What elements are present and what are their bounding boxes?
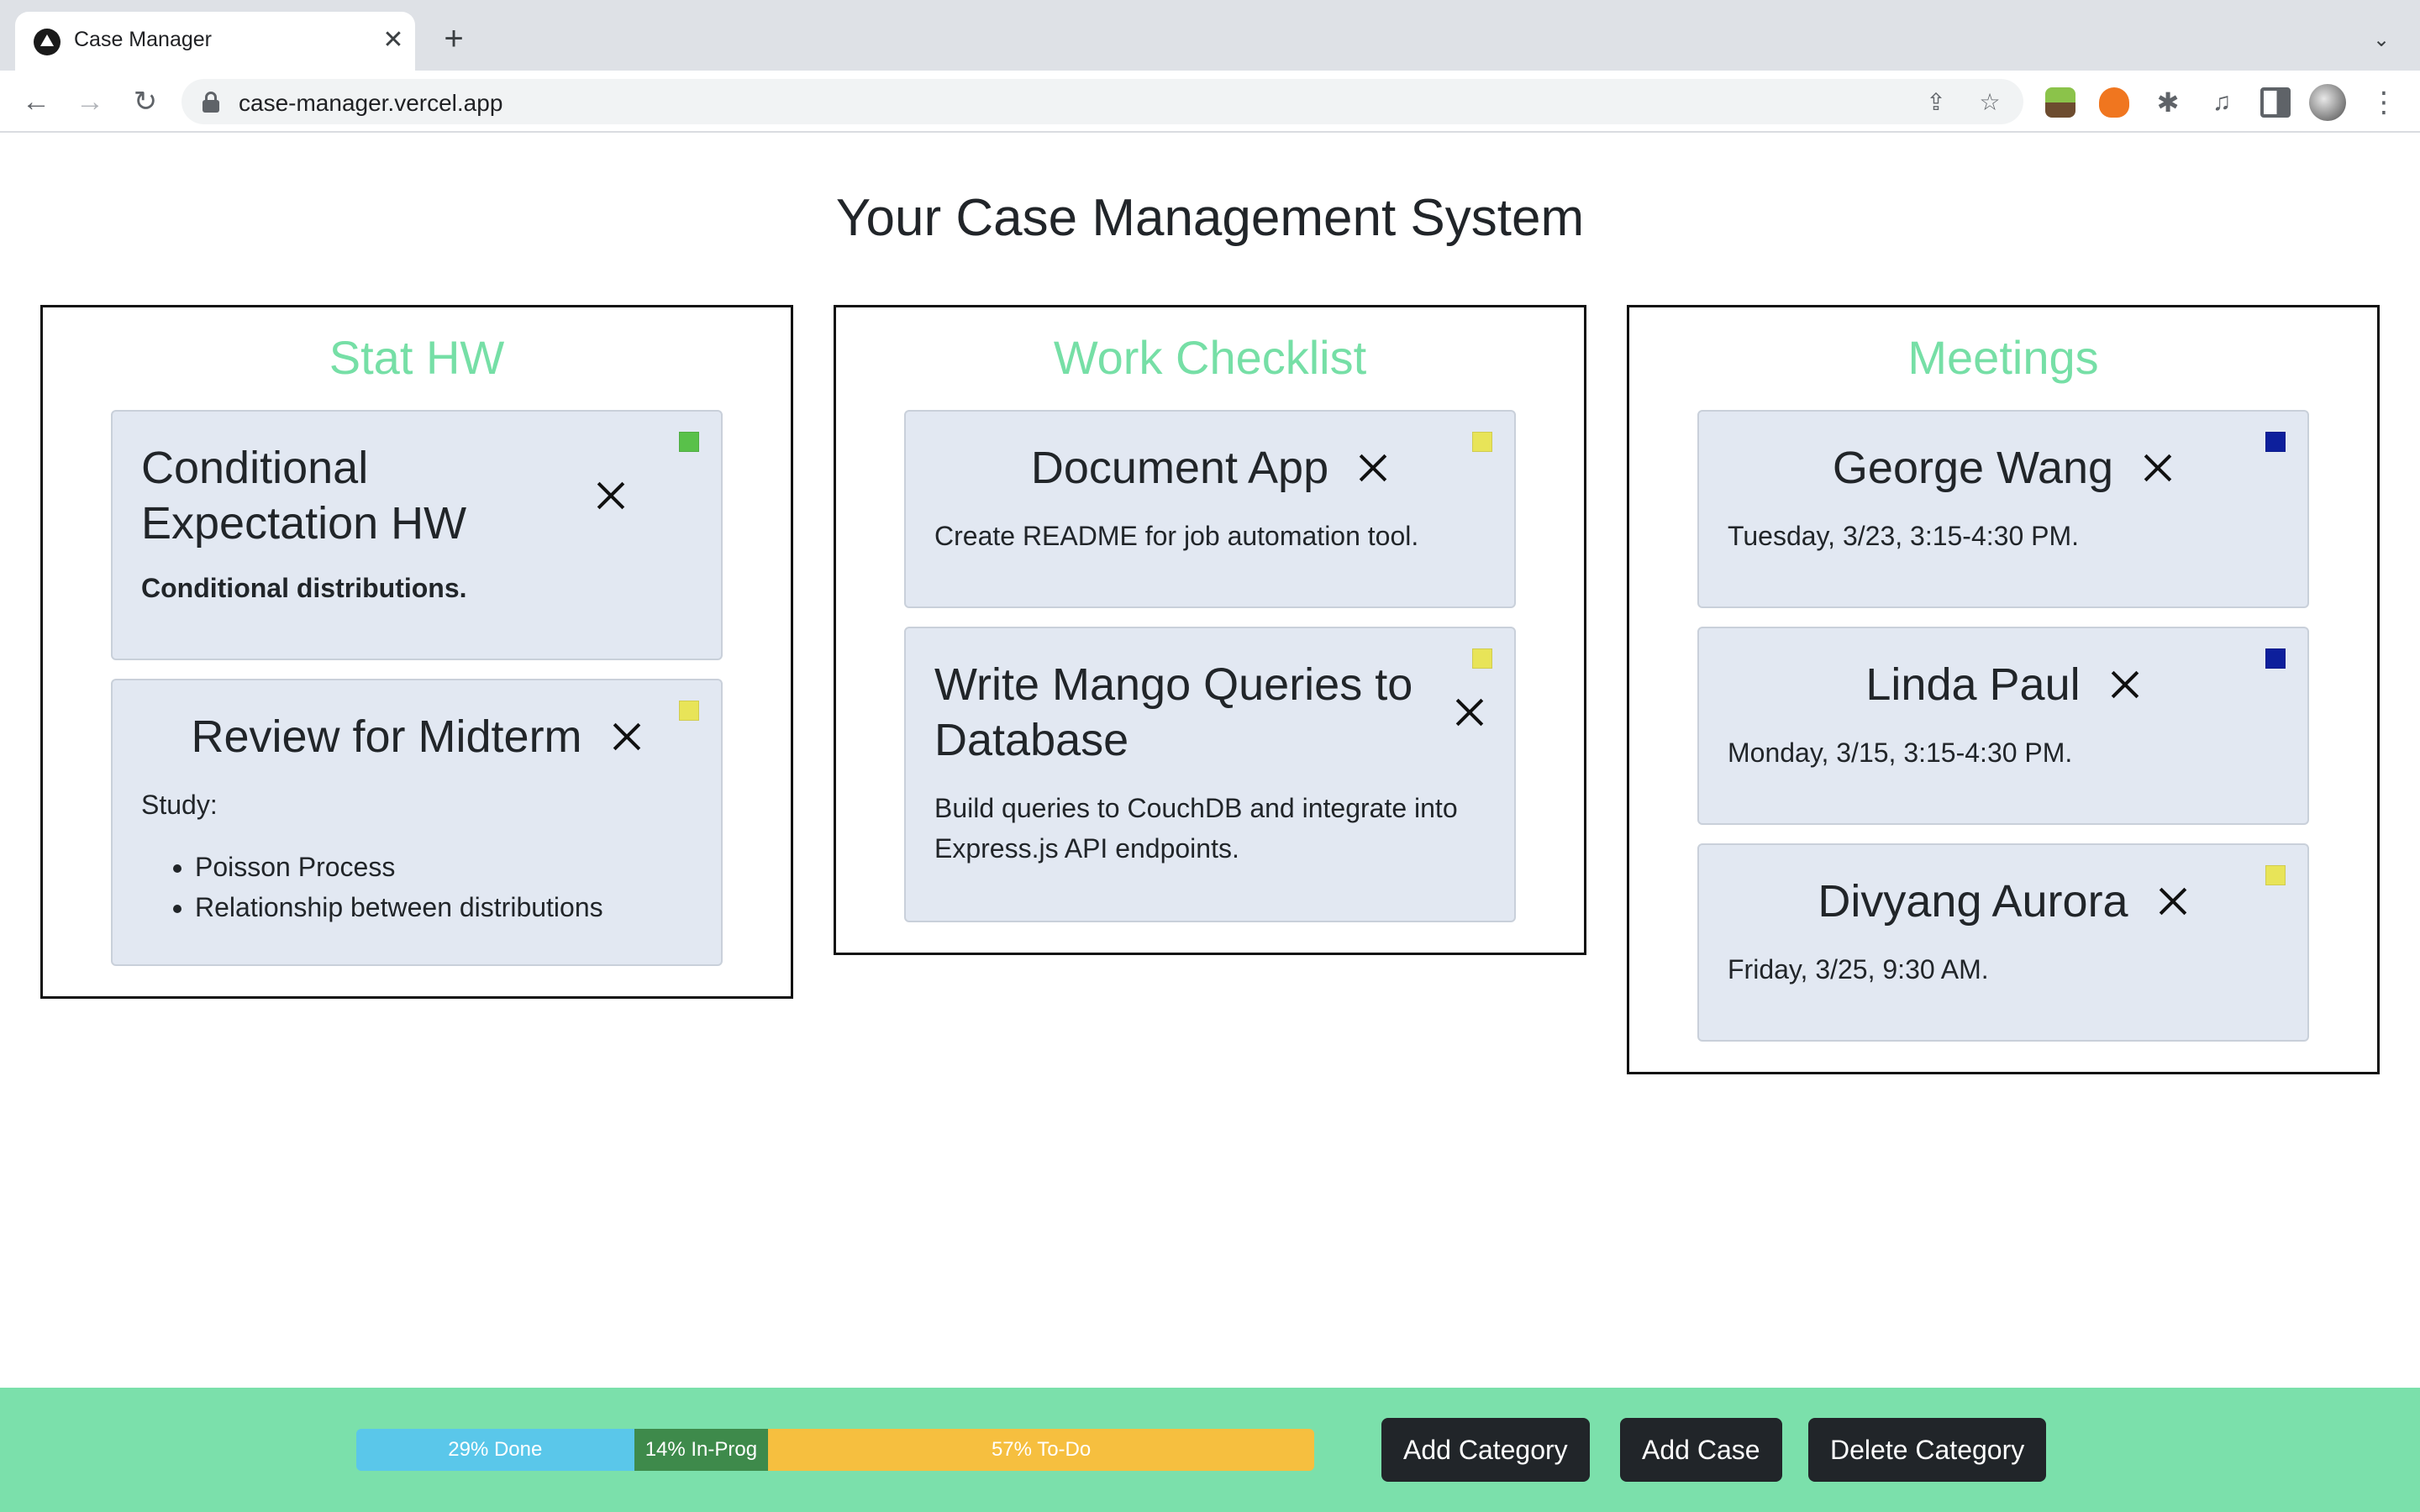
- case-list: Poisson Process Relationship between dis…: [141, 847, 692, 927]
- progress-bar: 29% Done 14% In-Prog 57% To-Do: [356, 1429, 1314, 1471]
- case-title: Write Mango Queries to Database: [934, 659, 1413, 765]
- list-item: Relationship between distributions: [195, 887, 692, 927]
- page-title: Your Case Management System: [835, 189, 1585, 247]
- case-card[interactable]: Review for Midterm Study: Poisson Proces…: [111, 679, 723, 966]
- close-icon[interactable]: [1357, 452, 1389, 484]
- close-icon[interactable]: [1454, 696, 1486, 728]
- case-description: Study:: [141, 790, 218, 820]
- profile-avatar[interactable]: [2309, 84, 2346, 121]
- case-card[interactable]: George Wang Tuesday, 3/23, 3:15-4:30 PM.: [1697, 410, 2309, 608]
- category-title: Meetings: [1907, 331, 2099, 384]
- close-icon[interactable]: [595, 480, 627, 512]
- case-description: Tuesday, 3/23, 3:15-4:30 PM.: [1728, 521, 2080, 551]
- status-indicator: [679, 432, 699, 452]
- case-card[interactable]: Write Mango Queries to Database Build qu…: [904, 627, 1516, 922]
- status-indicator: [1472, 432, 1492, 452]
- category-stat-hw: Stat HW Conditional Expectation HW Condi…: [40, 305, 793, 999]
- case-title: Divyang Aurora: [1818, 876, 2128, 927]
- case-title: Conditional Expectation HW: [141, 443, 467, 549]
- delete-category-button[interactable]: Delete Category: [1808, 1418, 2047, 1482]
- address-bar[interactable]: case-manager.vercel.app ⇪ ☆: [182, 79, 2023, 124]
- vercel-favicon-icon: [34, 29, 60, 55]
- case-description: Create README for job automation tool.: [934, 521, 1419, 551]
- browser-tab[interactable]: Case Manager ✕: [15, 12, 415, 71]
- close-icon[interactable]: [611, 721, 643, 753]
- url-text[interactable]: case-manager.vercel.app: [239, 90, 502, 117]
- case-card[interactable]: Conditional Expectation HW Conditional d…: [111, 410, 723, 660]
- metamask-fox-icon[interactable]: [2099, 87, 2129, 118]
- category-meetings: Meetings George Wang Tuesday, 3/23, 3:15…: [1627, 305, 2380, 1074]
- status-indicator: [2265, 865, 2286, 885]
- back-arrow-icon[interactable]: ←: [17, 82, 55, 121]
- share-icon[interactable]: ⇪: [1921, 87, 1951, 118]
- progress-todo: 57% To-Do: [768, 1429, 1314, 1471]
- case-card[interactable]: Linda Paul Monday, 3/15, 3:15-4:30 PM.: [1697, 627, 2309, 825]
- close-icon[interactable]: [2109, 669, 2141, 701]
- progress-done: 29% Done: [356, 1429, 634, 1471]
- case-title: Linda Paul: [1865, 659, 2081, 710]
- case-description: Conditional distributions.: [141, 573, 467, 603]
- close-icon[interactable]: [2157, 885, 2189, 917]
- add-category-button[interactable]: Add Category: [1381, 1418, 1590, 1482]
- extension-icon[interactable]: [2045, 87, 2075, 118]
- forward-arrow-icon[interactable]: →: [71, 82, 109, 121]
- tab-title: Case Manager: [74, 28, 212, 51]
- lock-icon[interactable]: [200, 91, 222, 113]
- status-indicator: [2265, 432, 2286, 452]
- case-description: Build queries to CouchDB and integrate i…: [934, 793, 1458, 864]
- side-panel-icon[interactable]: [2260, 87, 2291, 118]
- category-work-checklist: Work Checklist Document App Create READM…: [834, 305, 1586, 955]
- browser-toolbar: ← → ↻ case-manager.vercel.app ⇪ ☆ ✱ ♫ ⋮: [0, 71, 2420, 133]
- more-menu-icon[interactable]: ⋮: [2370, 86, 2398, 119]
- case-card[interactable]: Document App Create README for job autom…: [904, 410, 1516, 608]
- close-icon[interactable]: [2142, 452, 2174, 484]
- case-title: Review for Midterm: [191, 711, 582, 762]
- progress-in-progress: 14% In-Prog: [634, 1429, 769, 1471]
- footer-bar: 29% Done 14% In-Prog 57% To-Do Add Categ…: [0, 1388, 2420, 1512]
- status-indicator: [679, 701, 699, 721]
- category-title: Work Checklist: [1053, 331, 1367, 384]
- case-description: Friday, 3/25, 9:30 AM.: [1728, 954, 1989, 984]
- case-card[interactable]: Divyang Aurora Friday, 3/25, 9:30 AM.: [1697, 843, 2309, 1042]
- add-case-button[interactable]: Add Case: [1620, 1418, 1782, 1482]
- case-title: Document App: [1030, 443, 1329, 493]
- new-tab-icon[interactable]: +: [437, 22, 471, 55]
- list-item: Poisson Process: [195, 847, 692, 887]
- tab-close-icon[interactable]: ✕: [378, 25, 408, 55]
- category-title: Stat HW: [329, 331, 505, 384]
- chevron-down-icon[interactable]: ⌄: [2366, 25, 2396, 55]
- puzzle-extensions-icon[interactable]: ✱: [2153, 87, 2183, 118]
- status-indicator: [2265, 648, 2286, 669]
- case-description: Monday, 3/15, 3:15-4:30 PM.: [1728, 738, 2073, 768]
- browser-tabstrip: Case Manager ✕ + ⌄: [0, 0, 2420, 71]
- star-icon[interactable]: ☆: [1975, 87, 2005, 118]
- status-indicator: [1472, 648, 1492, 669]
- media-queue-icon[interactable]: ♫: [2207, 87, 2237, 118]
- case-title: George Wang: [1832, 443, 2114, 493]
- reload-icon[interactable]: ↻: [126, 82, 165, 121]
